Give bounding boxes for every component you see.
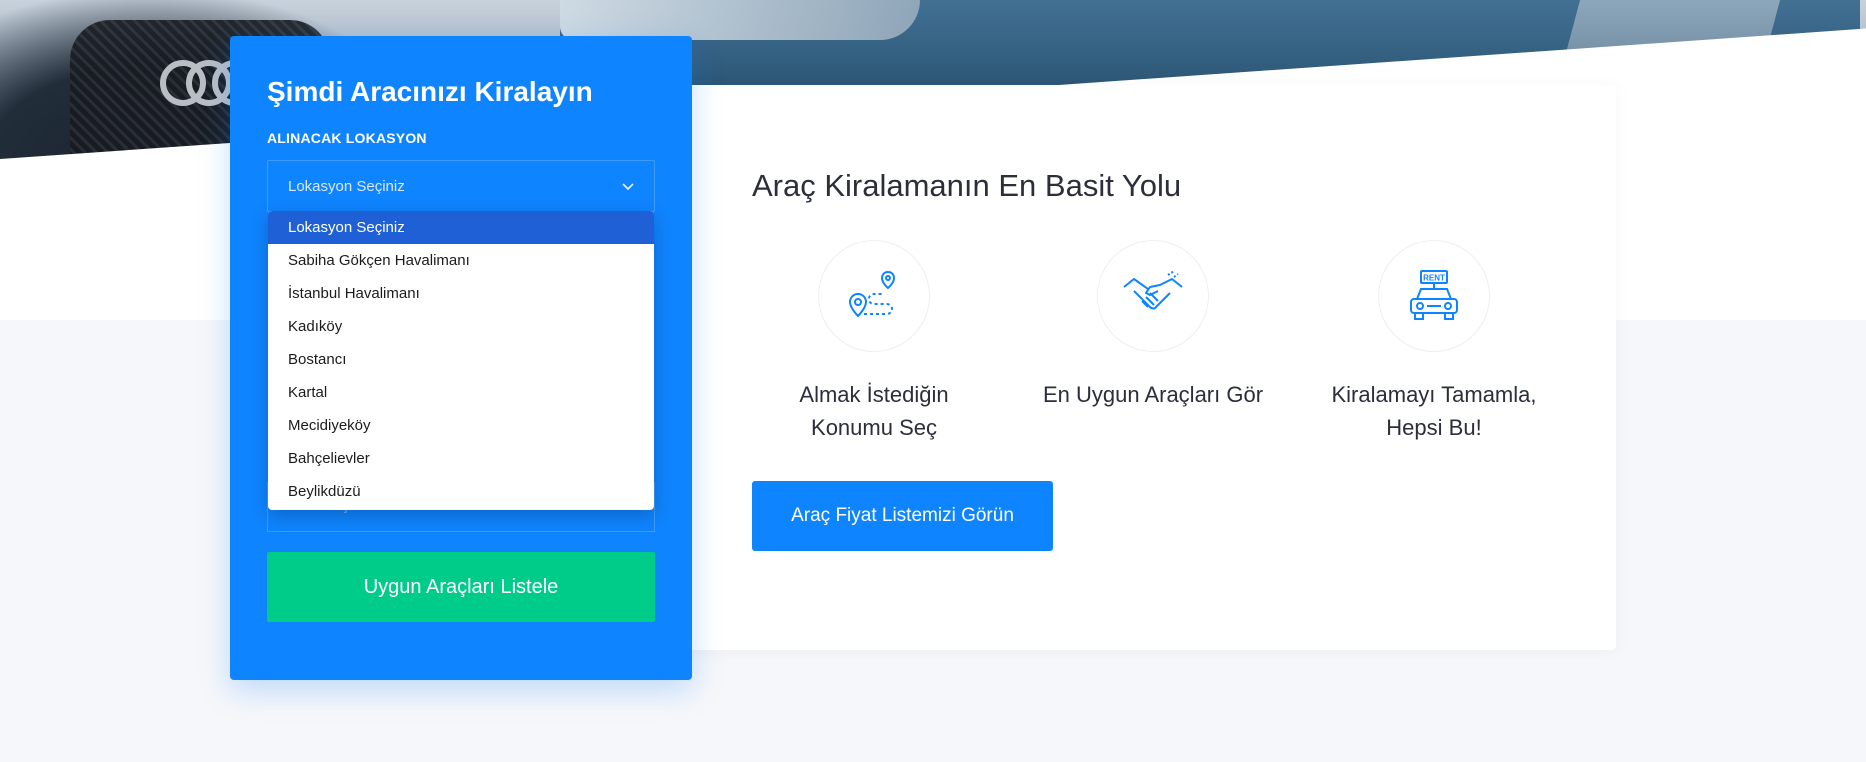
feature-choose-location: Almak İstediğin Konumu Seç: [734, 240, 1014, 444]
dropdown-option[interactable]: Sabiha Gökçen Havalimanı: [268, 244, 654, 277]
dropdown-option[interactable]: Beylikdüzü: [268, 475, 654, 508]
price-list-button[interactable]: Araç Fiyat Listemizi Görün: [752, 481, 1053, 551]
feature-label-line2: Hepsi Bu!: [1386, 415, 1482, 440]
feature-label-line1: Kiralamayı Tamamla,: [1331, 382, 1537, 407]
dropdown-option[interactable]: Lokasyon Seçiniz: [268, 211, 654, 244]
feature-label-line2: Konumu Seç: [811, 415, 937, 440]
dropdown-option[interactable]: Kartal: [268, 376, 654, 409]
location-select-value: Lokasyon Seçiniz: [288, 177, 405, 195]
feature-complete-rental: RENT Kiralamayı Tamamla, Hepsi Bu!: [1294, 240, 1574, 444]
dropdown-option[interactable]: Bostancı: [268, 343, 654, 376]
list-available-cars-button[interactable]: Uygun Araçları Listele: [267, 552, 655, 622]
dropdown-option[interactable]: Bahçelievler: [268, 442, 654, 475]
chevron-down-icon: [622, 179, 634, 194]
feature-label-line1: En Uygun Araçları Gör: [1042, 382, 1264, 407]
rent-car-icon: RENT: [1378, 240, 1490, 352]
dropdown-option[interactable]: Kadıköy: [268, 310, 654, 343]
location-select[interactable]: Lokasyon Seçiniz: [267, 160, 655, 212]
form-title: Şimdi Aracınızı Kiralayın: [267, 76, 593, 107]
dropdown-option[interactable]: İstanbul Havalimanı: [268, 277, 654, 310]
map-route-icon: [818, 240, 930, 352]
svg-text:RENT: RENT: [1423, 274, 1445, 283]
feature-label-line1: Almak İstediğin: [799, 382, 949, 407]
location-dropdown[interactable]: Lokasyon Seçiniz Sabiha Gökçen Havaliman…: [268, 211, 654, 510]
handshake-icon: [1097, 240, 1209, 352]
info-title: Araç Kiralamanın En Basit Yolu: [752, 168, 1182, 203]
feature-see-cars: En Uygun Araçları Gör: [1013, 240, 1293, 411]
location-label: ALINACAK LOKASYON: [267, 130, 427, 146]
dropdown-option[interactable]: Mecidiyeköy: [268, 409, 654, 442]
